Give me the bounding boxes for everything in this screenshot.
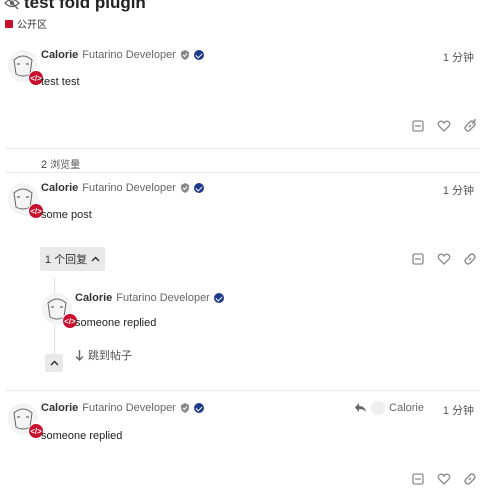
username[interactable]: Calorie: [75, 292, 112, 304]
share-icon[interactable]: [411, 119, 425, 133]
post-body: someone replied: [41, 430, 123, 442]
post-meta: Calorie Futarino Developer: [41, 402, 204, 414]
chevron-up-icon: [49, 359, 59, 366]
user-title: Futarino Developer: [116, 292, 210, 304]
views-count: 2: [41, 159, 48, 171]
share-icon[interactable]: [411, 472, 425, 486]
user-title: Futarino Developer: [82, 49, 176, 61]
arrow-down-icon: [75, 349, 84, 361]
heart-icon[interactable]: [437, 252, 451, 266]
jump-label: 跳到帖子: [88, 350, 132, 362]
reply-to-user: Calorie: [389, 402, 424, 414]
avatar[interactable]: </>: [8, 183, 44, 219]
avatar[interactable]: </>: [42, 293, 78, 329]
topic-title[interactable]: test fold plugin: [24, 0, 146, 14]
username[interactable]: Calorie: [41, 402, 78, 414]
shield-icon: [180, 183, 189, 193]
user-title: Futarino Developer: [82, 182, 176, 194]
link-icon[interactable]: [463, 252, 477, 266]
shield-icon: [180, 50, 189, 60]
topic-views: 2 浏览量: [41, 156, 80, 171]
heart-icon[interactable]: [437, 119, 451, 133]
nested-reply-meta: Calorie Futarino Developer: [75, 292, 224, 304]
divider: [5, 148, 480, 149]
share-icon[interactable]: [411, 252, 425, 266]
views-label: 浏览量: [50, 160, 81, 171]
reply-to-avatar: [371, 401, 386, 415]
divider: [5, 390, 480, 391]
post-body: test test: [41, 76, 80, 88]
eye-slash-icon: [4, 0, 20, 10]
reply-arrow-icon: [355, 403, 367, 412]
avatar[interactable]: </>: [8, 403, 44, 439]
post-meta: Calorie Futarino Developer: [41, 182, 204, 194]
category-color-icon: [5, 19, 13, 28]
reply-to-tab[interactable]: Calorie: [355, 401, 424, 415]
heart-icon[interactable]: [437, 472, 451, 486]
show-replies-button[interactable]: 1 个回复: [40, 247, 105, 271]
link-icon[interactable]: [463, 119, 477, 133]
jump-to-post-link[interactable]: 跳到帖子: [75, 347, 132, 363]
post-actions: [411, 119, 477, 133]
user-title: Futarino Developer: [82, 402, 176, 414]
category-name: 公开区: [17, 20, 47, 31]
post-date[interactable]: 1 分钟: [443, 182, 474, 198]
category-badge[interactable]: 公开区: [5, 16, 47, 31]
checkmark-circle-icon: [193, 403, 204, 413]
chevron-up-icon: [91, 255, 100, 262]
username[interactable]: Calorie: [41, 182, 78, 194]
topic-header: test fold plugin 公开区: [0, 0, 487, 32]
divider: [5, 172, 480, 173]
post-actions: [411, 252, 477, 266]
post-date[interactable]: 1 分钟: [443, 402, 474, 418]
post-body: some post: [41, 209, 92, 221]
checkmark-circle-icon: [193, 50, 204, 60]
post-meta: Calorie Futarino Developer: [41, 49, 204, 61]
post-actions: [411, 472, 477, 486]
link-icon[interactable]: [463, 472, 477, 486]
checkmark-circle-icon: [193, 183, 204, 193]
collapse-replies-button[interactable]: [45, 354, 63, 372]
topic-title-row: test fold plugin: [4, 0, 146, 14]
avatar[interactable]: </>: [8, 50, 44, 86]
shield-icon: [180, 403, 189, 413]
checkmark-circle-icon: [213, 293, 224, 303]
post-date[interactable]: 1 分钟: [443, 49, 474, 65]
replies-label: 1 个回复: [44, 254, 88, 266]
username[interactable]: Calorie: [41, 49, 78, 61]
nested-reply-body: someone replied: [75, 317, 157, 329]
